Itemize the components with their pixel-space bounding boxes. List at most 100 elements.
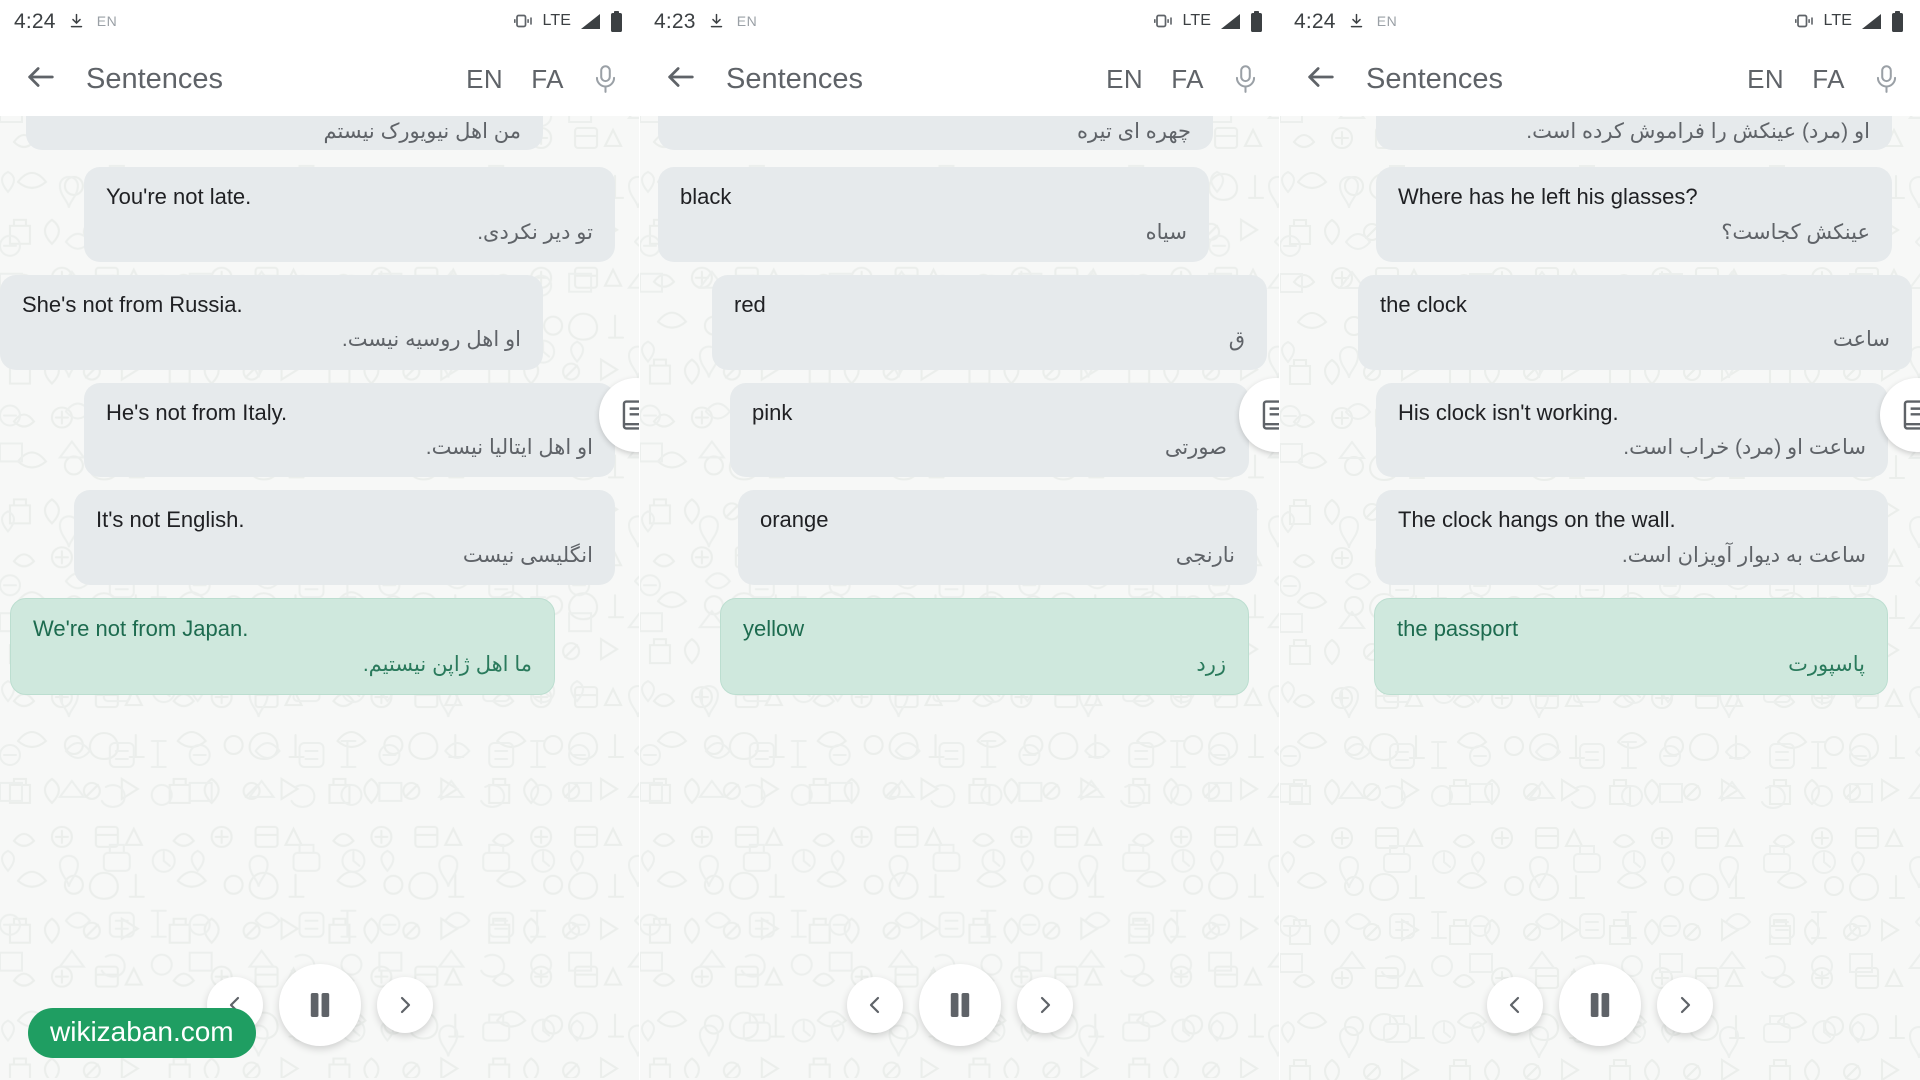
message-bubble-cutoff[interactable]: او (مرد) عینکش را فراموش کرده است.: [1376, 116, 1892, 150]
message-bubble[interactable]: She's not from Russia. او اهل روسیه نیست…: [0, 274, 543, 370]
message-row: the clock ساعت: [1280, 274, 1920, 383]
message-english: He's not from Italy.: [106, 399, 288, 425]
chat-area[interactable]: او (مرد) عینکش را فراموش کرده است. Where…: [1280, 116, 1920, 1080]
status-input-language: EN: [736, 13, 758, 29]
message-english: You're not late.: [106, 184, 252, 209]
status-clock: 4:23: [654, 9, 696, 33]
message-bubble-active[interactable]: We're not from Japan. ما اهل ژاپن نیستیم…: [10, 598, 555, 695]
message-row: His clock isn't working. ساعت او (مرد) خ…: [1280, 382, 1920, 491]
message-row-active: the passport پاسپورت: [1280, 598, 1920, 708]
message-bubble-cutoff[interactable]: چهره ای تیره: [658, 116, 1213, 150]
message-farsi: سیاه: [1145, 220, 1187, 244]
message-bubble[interactable]: red ق: [712, 274, 1267, 370]
message-english: orange: [760, 507, 829, 533]
chat-area[interactable]: چهره ای تیره black سیاه red ق pink صورتی…: [640, 116, 1279, 1080]
message-bubble[interactable]: The clock hangs on the wall. ساعت به دیو…: [1376, 490, 1888, 586]
pause-button[interactable]: [278, 964, 361, 1046]
next-button[interactable]: [1657, 977, 1713, 1033]
message-farsi-cutoff: چهره ای تیره: [1077, 119, 1191, 143]
message-farsi: ما اهل ژاپن نیستیم.: [362, 652, 532, 676]
message-english: She's not from Russia.: [22, 291, 243, 317]
microphone-icon[interactable]: [1232, 64, 1259, 95]
phone-screen-1: 4:24 EN LTE Sentences EN FA من اهل نیویو…: [0, 0, 640, 1080]
message-bubble[interactable]: Where has he left his glasses? عینکش کجا…: [1376, 167, 1892, 262]
previous-button[interactable]: [846, 977, 903, 1033]
playback-controls: [1280, 964, 1920, 1046]
microphone-icon[interactable]: [1873, 64, 1900, 95]
message-farsi-cutoff: او (مرد) عینکش را فراموش کرده است.: [1526, 119, 1870, 143]
message-bubble[interactable]: the clock ساعت: [1358, 274, 1912, 370]
message-row: red ق: [640, 274, 1279, 383]
next-button[interactable]: [376, 977, 433, 1033]
status-bar-right: LTE: [1153, 10, 1263, 32]
network-type-label: LTE: [1182, 12, 1211, 29]
message-bubble[interactable]: It's not English. انگلیسی نیست: [74, 490, 615, 586]
status-clock: 4:24: [1294, 9, 1336, 33]
phone-screen-2: 4:23 EN LTE Sentences EN FA چهره ای تیره…: [640, 0, 1280, 1080]
next-icon: [1040, 996, 1050, 1014]
message-list: چهره ای تیره black سیاه red ق pink صورتی…: [640, 116, 1279, 728]
signal-icon: [1220, 13, 1241, 30]
back-arrow-icon[interactable]: [1304, 60, 1338, 99]
message-farsi: صورتی: [1164, 436, 1227, 460]
playback-controls: [640, 964, 1279, 1046]
microphone-icon[interactable]: [592, 64, 619, 95]
download-icon: [708, 11, 725, 31]
message-bubble[interactable]: His clock isn't working. ساعت او (مرد) خ…: [1376, 382, 1888, 478]
message-row: orange نارنجی: [640, 490, 1279, 598]
message-farsi: ساعت او (مرد) خراب است.: [1623, 436, 1866, 460]
language-target-button[interactable]: FA: [531, 66, 564, 92]
message-row-cutoff: من اهل نیویورک نیستم: [0, 116, 639, 167]
message-bubble[interactable]: black سیاه: [658, 167, 1209, 262]
message-row: pink صورتی: [640, 382, 1279, 491]
network-type-label: LTE: [542, 12, 571, 29]
pause-icon: [1590, 992, 1610, 1018]
previous-icon: [1509, 996, 1520, 1014]
vibrate-icon: [513, 13, 534, 29]
status-bar: 4:24 EN LTE: [0, 0, 639, 42]
status-bar-right: LTE: [513, 10, 623, 32]
download-icon: [1348, 11, 1365, 31]
pause-button[interactable]: [1559, 964, 1641, 1046]
message-row-cutoff: چهره ای تیره: [640, 116, 1279, 167]
message-english: black: [680, 184, 732, 209]
previous-button[interactable]: [1487, 977, 1543, 1033]
message-bubble-cutoff[interactable]: من اهل نیویورک نیستم: [26, 116, 543, 150]
back-arrow-icon[interactable]: [24, 60, 58, 99]
message-farsi: او اهل ایتالیا نیست.: [425, 436, 593, 460]
message-english: His clock isn't working.: [1398, 399, 1619, 425]
language-source-button[interactable]: EN: [1106, 66, 1143, 92]
message-bubble-active[interactable]: the passport پاسپورت: [1374, 598, 1888, 695]
message-farsi: پاسپورت: [1788, 652, 1865, 676]
message-row: It's not English. انگلیسی نیست: [0, 490, 639, 598]
previous-icon: [869, 996, 879, 1014]
language-target-button[interactable]: FA: [1171, 66, 1204, 92]
message-bubble[interactable]: pink صورتی: [730, 382, 1249, 478]
status-bar: 4:23 EN LTE: [640, 0, 1279, 42]
message-bubble[interactable]: orange نارنجی: [738, 490, 1257, 586]
message-farsi: نارنجی: [1175, 543, 1235, 567]
status-input-language: EN: [96, 13, 118, 29]
chat-area[interactable]: من اهل نیویورک نیستم You're not late. تو…: [0, 116, 639, 1080]
pause-icon: [950, 992, 969, 1018]
language-target-button[interactable]: FA: [1812, 66, 1845, 92]
message-row: Where has he left his glasses? عینکش کجا…: [1280, 167, 1920, 275]
app-bar-actions: EN FA: [466, 64, 619, 95]
status-bar-left: 4:23 EN: [654, 11, 757, 32]
message-english: yellow: [743, 616, 805, 642]
message-farsi: ق: [1228, 328, 1245, 352]
language-source-button[interactable]: EN: [466, 66, 503, 92]
network-type-label: LTE: [1823, 12, 1852, 29]
page-title: Sentences: [86, 62, 224, 95]
next-icon: [400, 996, 410, 1014]
pause-button[interactable]: [918, 964, 1001, 1046]
message-bubble[interactable]: You're not late. تو دیر نکردی.: [84, 167, 615, 262]
message-row-active: yellow زرد: [640, 598, 1279, 708]
next-button[interactable]: [1016, 977, 1073, 1033]
language-source-button[interactable]: EN: [1747, 66, 1784, 92]
back-arrow-icon[interactable]: [664, 60, 698, 99]
message-english: the clock: [1380, 291, 1467, 317]
message-bubble-active[interactable]: yellow زرد: [720, 598, 1249, 695]
message-list: من اهل نیویورک نیستم You're not late. تو…: [0, 116, 639, 728]
message-bubble[interactable]: He's not from Italy. او اهل ایتالیا نیست…: [84, 382, 615, 478]
